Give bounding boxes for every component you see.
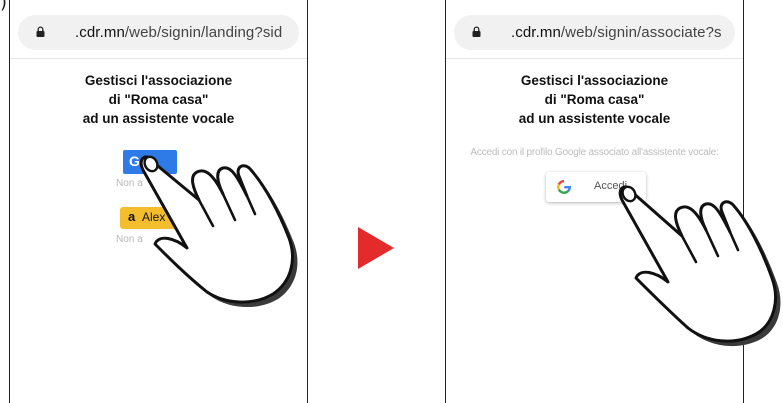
corner-mark: ) bbox=[0, 0, 8, 13]
pointing-hand-icon bbox=[618, 185, 781, 347]
heading-line-1: Gestisci l'associazione bbox=[520, 73, 669, 88]
heading-line-2: di "Roma casa" bbox=[108, 92, 209, 107]
url-domain: .cdr.mn bbox=[511, 24, 561, 41]
url-text: .cdr.mn/web/signin/landing?sid bbox=[75, 24, 282, 41]
url-domain: .cdr.mn bbox=[75, 24, 125, 41]
url-path: /web/signin/associate?s bbox=[560, 24, 722, 41]
divider bbox=[446, 58, 743, 59]
heading-line-3: ad un assistente vocale bbox=[82, 111, 235, 126]
pointing-hand-icon bbox=[139, 155, 298, 308]
heading-line-3: ad un assistente vocale bbox=[518, 111, 671, 126]
signin-instruction: Accedi con il profilo Google associato a… bbox=[470, 147, 719, 158]
arrow-right-icon bbox=[358, 227, 394, 269]
page-heading: Gestisci l'associazione di "Roma casa" a… bbox=[10, 71, 307, 128]
page-heading: Gestisci l'associazione di "Roma casa" a… bbox=[446, 71, 743, 128]
lock-icon bbox=[36, 26, 45, 37]
divider bbox=[10, 58, 307, 59]
google-logo-icon bbox=[557, 180, 572, 194]
url-text: .cdr.mn/web/signin/associate?s bbox=[511, 24, 722, 41]
lock-icon bbox=[472, 26, 481, 37]
address-bar[interactable]: .cdr.mn/web/signin/landing?sid bbox=[18, 15, 299, 50]
heading-line-1: Gestisci l'associazione bbox=[84, 73, 233, 88]
address-bar[interactable]: .cdr.mn/web/signin/associate?s bbox=[454, 15, 735, 50]
heading-line-2: di "Roma casa" bbox=[544, 92, 645, 107]
url-path: /web/signin/landing?sid bbox=[124, 24, 283, 41]
